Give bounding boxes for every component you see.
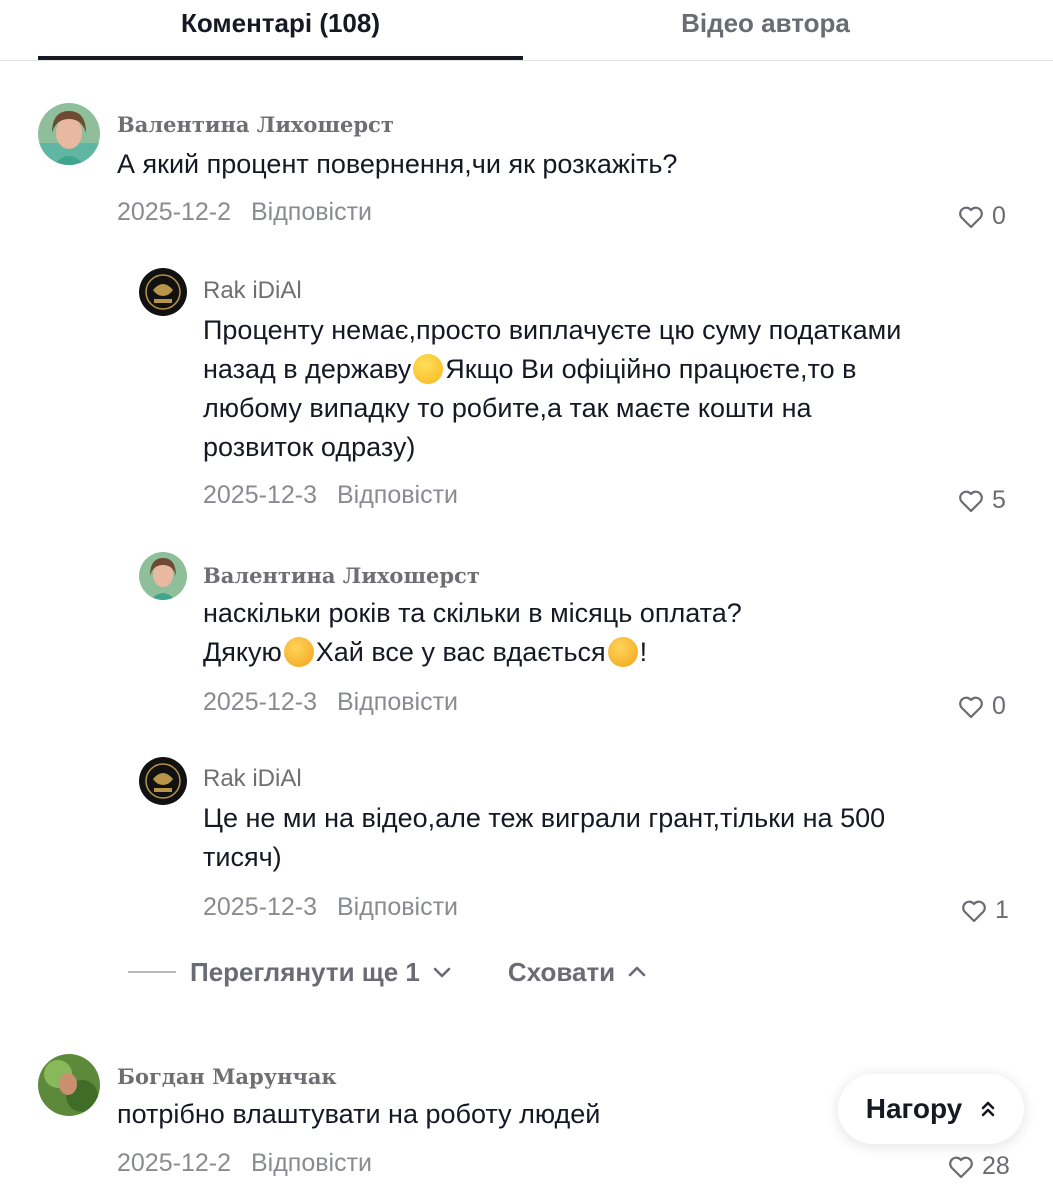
hide-label: Сховати bbox=[507, 956, 616, 987]
avatar[interactable] bbox=[139, 552, 187, 600]
heart-outline-icon bbox=[959, 206, 983, 228]
reply-text-line: наскільки років та скільки в місяць опла… bbox=[203, 598, 742, 628]
reply-date: 2025-12-3 bbox=[203, 481, 317, 509]
double-chevron-up-icon bbox=[981, 1101, 995, 1117]
reply-text: Це не ми на відео,але теж виграли грант,… bbox=[203, 803, 886, 872]
comment-text: А який процент повернення,чи як розкажіт… bbox=[117, 149, 678, 179]
like-button[interactable]: 1 bbox=[961, 896, 1009, 925]
hide-replies-button[interactable]: Сховати bbox=[508, 957, 647, 988]
reply-button[interactable]: Відповісти bbox=[337, 893, 458, 921]
comment-author[interactable]: Богдан Марунчак bbox=[117, 1064, 337, 1089]
replies-controls: Переглянути ще 1 Сховати bbox=[128, 952, 647, 992]
avatar[interactable] bbox=[139, 757, 187, 805]
reply-author[interactable]: Rak iDiAl bbox=[203, 765, 302, 793]
smiling-face-with-hearts-emoji-icon bbox=[283, 637, 314, 667]
heart-outline-icon bbox=[959, 490, 983, 512]
heart-outline-icon bbox=[959, 696, 983, 718]
reply-text-line: Дякую Хай все у вас вдається! bbox=[203, 633, 903, 672]
avatar[interactable] bbox=[139, 268, 187, 316]
like-count: 0 bbox=[992, 202, 1006, 230]
reply-text-part: Дякую bbox=[203, 637, 282, 667]
chevron-up-icon bbox=[628, 966, 646, 977]
active-tab-indicator bbox=[38, 56, 523, 60]
like-count: 0 bbox=[992, 692, 1006, 720]
like-button[interactable]: 28 bbox=[948, 1152, 1010, 1181]
reply-author[interactable]: Rak iDiAl bbox=[203, 277, 302, 305]
back-to-top-button[interactable]: Нагору bbox=[838, 1074, 1024, 1144]
reply-button[interactable]: Відповісти bbox=[251, 198, 372, 226]
reply-button[interactable]: Відповісти bbox=[337, 481, 458, 509]
heart-outline-icon bbox=[962, 900, 986, 922]
comment-author[interactable]: Валентина Лихошерст bbox=[117, 112, 394, 137]
comment-date: 2025-12-2 bbox=[117, 198, 231, 226]
tab-comments[interactable]: Коментарі (108) bbox=[38, 6, 523, 40]
reply-text: Проценту немає,просто виплачуєте цю суму… bbox=[203, 311, 903, 467]
reply-author[interactable]: Валентина Лихошерст bbox=[203, 563, 480, 588]
comment-tabs: Коментарі (108) Відео автора bbox=[0, 0, 1053, 61]
heart-outline-icon bbox=[949, 1156, 973, 1178]
divider bbox=[128, 971, 176, 973]
back-to-top-label: Нагору bbox=[865, 1093, 963, 1124]
reply-meta: 2025-12-3 Відповісти bbox=[203, 481, 458, 510]
comment-meta: 2025-12-2 Відповісти bbox=[117, 198, 372, 227]
comment-text: потрібно влаштувати на роботу людей bbox=[117, 1099, 601, 1129]
wink-emoji-icon bbox=[413, 354, 444, 384]
like-count: 5 bbox=[992, 486, 1006, 514]
view-more-replies-button[interactable]: Переглянути ще 1 bbox=[190, 957, 452, 988]
like-count: 1 bbox=[995, 896, 1009, 924]
chevron-down-icon bbox=[433, 967, 451, 978]
like-button[interactable]: 0 bbox=[958, 202, 1006, 231]
tab-author-videos[interactable]: Відео автора bbox=[523, 6, 1008, 40]
like-button[interactable]: 0 bbox=[958, 692, 1006, 721]
reply-text-part: ! bbox=[639, 637, 648, 667]
reply-button[interactable]: Відповісти bbox=[337, 688, 458, 716]
reply-date: 2025-12-3 bbox=[203, 688, 317, 716]
like-count: 28 bbox=[982, 1152, 1010, 1180]
view-more-label: Переглянути ще 1 bbox=[190, 956, 420, 987]
reply-meta: 2025-12-3 Відповісти bbox=[203, 688, 458, 717]
avatar[interactable] bbox=[38, 103, 100, 165]
avatar[interactable] bbox=[38, 1054, 100, 1116]
reply-text-part: Хай все у вас вдається bbox=[315, 637, 606, 667]
smiling-face-with-hearts-emoji-icon bbox=[607, 637, 638, 667]
reply-date: 2025-12-3 bbox=[203, 893, 317, 921]
reply-text: наскільки років та скільки в місяць опла… bbox=[203, 594, 903, 672]
reply-meta: 2025-12-3 Відповісти bbox=[203, 893, 458, 922]
comment-meta: 2025-12-2 Відповісти bbox=[117, 1149, 372, 1178]
like-button[interactable]: 5 bbox=[958, 486, 1006, 515]
reply-button[interactable]: Відповісти bbox=[251, 1149, 372, 1177]
comment-date: 2025-12-2 bbox=[117, 1149, 231, 1177]
